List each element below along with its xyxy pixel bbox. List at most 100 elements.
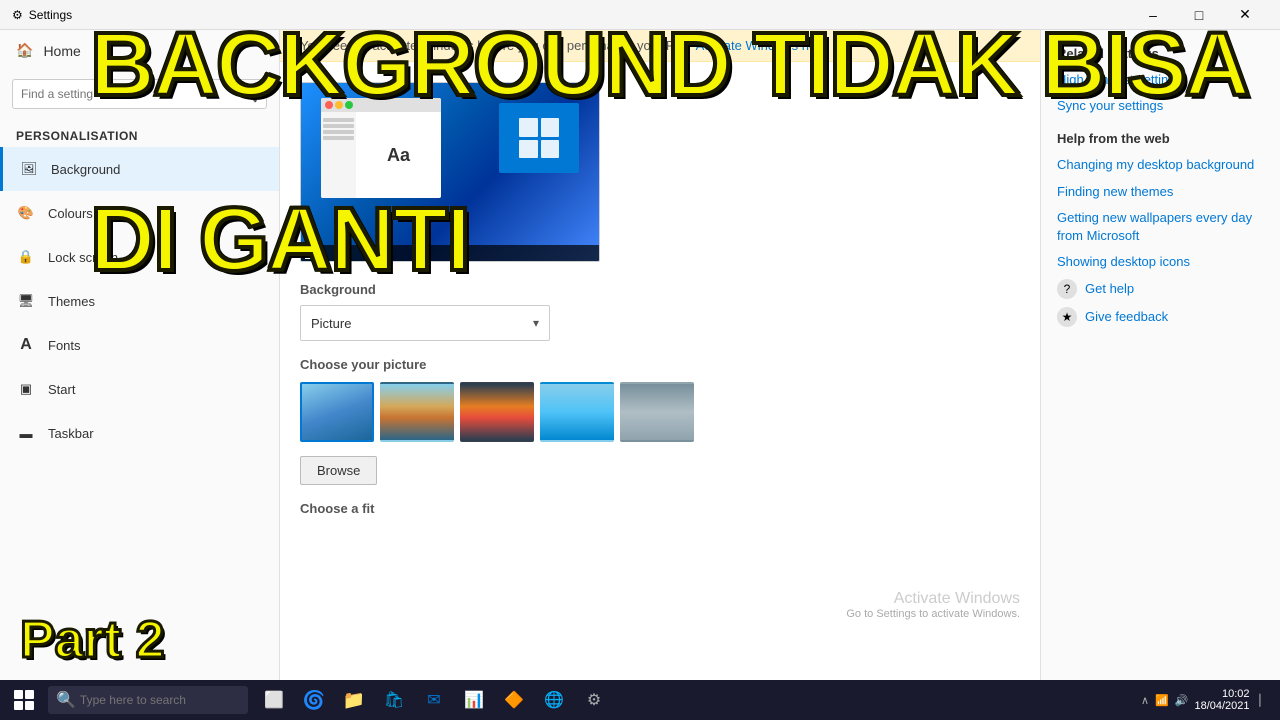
ps-q3 bbox=[305, 254, 311, 260]
content-area: 🏠 Home 🔍 Personalisation 🖼 Background 🎨 … bbox=[0, 30, 1280, 680]
edge-browser-icon[interactable]: 🌀 bbox=[296, 680, 332, 720]
sidebar-search-input[interactable] bbox=[21, 87, 238, 101]
taskbar-right: ∧ 📶 🔊 10:02 18/04/2021 ▏ bbox=[1141, 688, 1276, 712]
sidebar-item-themes[interactable]: 🖥 Themes bbox=[0, 279, 279, 323]
activate-now-link[interactable]: Activate Windows now. bbox=[696, 38, 829, 53]
clock-date: 18/04/2021 bbox=[1194, 700, 1249, 712]
picture-thumb-4[interactable] bbox=[540, 382, 614, 442]
right-panel: Related Settings High contrast settings … bbox=[1040, 30, 1280, 680]
preview-container: Aa bbox=[300, 82, 600, 262]
getting-wallpapers-link[interactable]: Getting new wallpapers every day from Mi… bbox=[1057, 209, 1264, 245]
start-icon bbox=[14, 690, 34, 710]
dropdown-value: Picture bbox=[311, 316, 351, 331]
preview-sidebar-line-2 bbox=[323, 124, 354, 128]
preview-image: Aa bbox=[300, 82, 600, 262]
logo-q1 bbox=[519, 118, 538, 137]
picture-thumb-5[interactable] bbox=[620, 382, 694, 442]
sidebar-item-fonts[interactable]: A Fonts bbox=[0, 323, 279, 367]
chrome-icon[interactable]: 🌐 bbox=[536, 680, 572, 720]
taskbar-search-icon: 🔍 bbox=[56, 690, 76, 710]
maximize-button[interactable]: □ bbox=[1176, 0, 1222, 30]
home-label: Home bbox=[43, 43, 80, 59]
sidebar-item-colours-label: Colours bbox=[48, 206, 93, 221]
background-dropdown[interactable]: Picture ▾ bbox=[300, 305, 550, 341]
picture-grid bbox=[300, 382, 1020, 442]
minimize-button[interactable]: – bbox=[1130, 0, 1176, 30]
give-feedback-link[interactable]: Give feedback bbox=[1085, 308, 1168, 326]
finding-themes-link[interactable]: Finding new themes bbox=[1057, 183, 1264, 201]
taskbar: 🔍 ⬜ 🌀 📁 🛍 ✉ 📊 🔶 🌐 ⚙ ∧ 📶 🔊 10:02 18/04/20… bbox=[0, 680, 1280, 720]
activate-watermark-subtitle: Go to Settings to activate Windows. bbox=[846, 608, 1020, 620]
give-feedback-item: ★ Give feedback bbox=[1057, 307, 1264, 327]
search-icon: 🔍 bbox=[238, 84, 258, 104]
activate-watermark-title: Activate Windows bbox=[846, 590, 1020, 608]
preview-window-content: Aa bbox=[321, 112, 441, 198]
title-bar-controls: – □ ✕ bbox=[1130, 0, 1268, 30]
system-tray-icons: ∧ 📶 🔊 bbox=[1141, 694, 1188, 707]
mail-icon[interactable]: ✉ bbox=[416, 680, 452, 720]
give-feedback-icon: ★ bbox=[1057, 307, 1077, 327]
preview-taskbar-bar bbox=[301, 245, 599, 261]
sidebar-item-start-label: Start bbox=[48, 382, 75, 397]
preview-aa-text: Aa bbox=[387, 145, 410, 166]
sidebar-item-colours[interactable]: 🎨 Colours bbox=[0, 191, 279, 235]
choose-picture-label: Choose your picture bbox=[300, 357, 1020, 372]
settings-content: Aa bbox=[280, 62, 1040, 680]
chevron-up-icon[interactable]: ∧ bbox=[1141, 694, 1149, 707]
start-icon: ▣ bbox=[16, 379, 36, 399]
showing-icons-link[interactable]: Showing desktop icons bbox=[1057, 253, 1264, 271]
get-help-icon: ? bbox=[1057, 279, 1077, 299]
clock-display[interactable]: 10:02 18/04/2021 bbox=[1194, 688, 1249, 712]
browse-button[interactable]: Browse bbox=[300, 456, 377, 485]
sidebar-home-button[interactable]: 🏠 Home bbox=[0, 30, 279, 71]
start-button[interactable] bbox=[4, 680, 44, 720]
preview-sidebar-line-3 bbox=[323, 130, 354, 134]
sidebar-item-background[interactable]: 🖼 Background bbox=[0, 147, 279, 191]
preview-window: Aa bbox=[321, 98, 441, 198]
sync-settings-link[interactable]: Sync your settings bbox=[1057, 97, 1264, 115]
sidebar-item-taskbar-label: Taskbar bbox=[48, 426, 94, 441]
clock-time: 10:02 bbox=[1194, 688, 1249, 700]
activate-banner-text: You need to activate Windows before you … bbox=[300, 38, 688, 53]
start-q3 bbox=[14, 701, 23, 710]
app6-icon[interactable]: 📊 bbox=[456, 680, 492, 720]
network-icon[interactable]: 📶 bbox=[1155, 694, 1169, 707]
preview-close-dot bbox=[325, 101, 333, 109]
start-q4 bbox=[25, 701, 34, 710]
picture-thumb-2[interactable] bbox=[380, 382, 454, 442]
sidebar-item-start[interactable]: ▣ Start bbox=[0, 367, 279, 411]
taskbar-icon: ▬ bbox=[16, 423, 36, 443]
volume-icon[interactable]: 🔊 bbox=[1175, 694, 1189, 707]
settings-taskbar-icon[interactable]: ⚙ bbox=[576, 680, 612, 720]
settings-icon: ⚙ bbox=[12, 8, 23, 22]
taskbar-search-bar[interactable]: 🔍 bbox=[48, 686, 248, 714]
show-desktop-button[interactable]: ▏ bbox=[1256, 694, 1268, 707]
file-explorer-icon[interactable]: 📁 bbox=[336, 680, 372, 720]
sidebar-item-background-label: Background bbox=[51, 162, 120, 177]
store-icon[interactable]: 🛍 bbox=[376, 680, 412, 720]
preview-start-tile bbox=[499, 103, 579, 173]
sidebar-section-title: Personalisation bbox=[0, 117, 279, 147]
preview-sidebar-panel bbox=[321, 112, 356, 198]
close-button[interactable]: ✕ bbox=[1222, 0, 1268, 30]
sidebar-item-taskbar[interactable]: ▬ Taskbar bbox=[0, 411, 279, 455]
colours-icon: 🎨 bbox=[16, 203, 36, 223]
sidebar: 🏠 Home 🔍 Personalisation 🖼 Background 🎨 … bbox=[0, 30, 280, 680]
choose-fit-label: Choose a fit bbox=[300, 501, 1020, 516]
vlc-icon[interactable]: 🔶 bbox=[496, 680, 532, 720]
related-settings-title: Related Settings bbox=[1057, 46, 1264, 61]
picture-thumb-3[interactable] bbox=[460, 382, 534, 442]
preview-body: Aa bbox=[356, 112, 441, 198]
picture-thumb-1[interactable] bbox=[300, 382, 374, 442]
high-contrast-link[interactable]: High contrast settings bbox=[1057, 71, 1264, 89]
preview-start-icon bbox=[305, 247, 317, 259]
sidebar-search-container: 🔍 bbox=[12, 79, 267, 109]
taskbar-search-input[interactable] bbox=[80, 693, 240, 707]
logo-q4 bbox=[541, 140, 560, 159]
get-help-link[interactable]: Get help bbox=[1085, 280, 1134, 298]
preview-maximize-dot bbox=[345, 101, 353, 109]
changing-desktop-bg-link[interactable]: Changing my desktop background bbox=[1057, 156, 1264, 174]
task-view-button[interactable]: ⬜ bbox=[256, 680, 292, 720]
sidebar-item-lock-screen[interactable]: 🔒 Lock screen bbox=[0, 235, 279, 279]
ps-q2 bbox=[312, 247, 318, 253]
